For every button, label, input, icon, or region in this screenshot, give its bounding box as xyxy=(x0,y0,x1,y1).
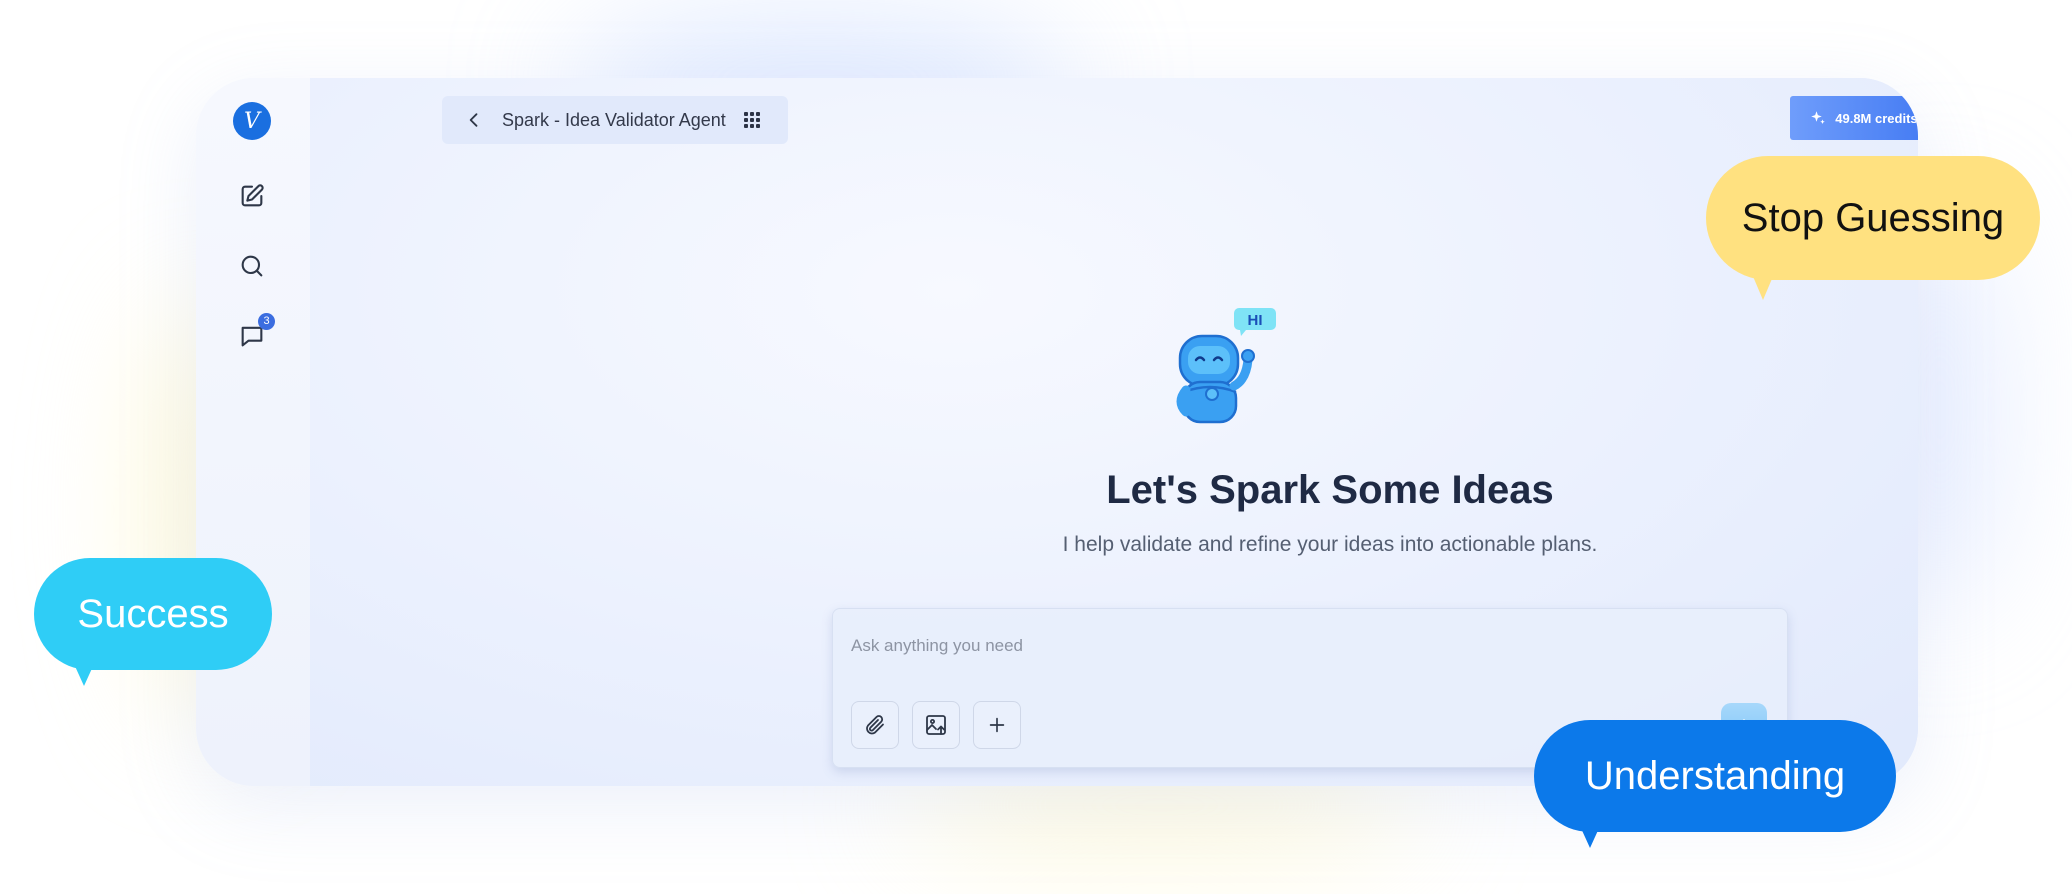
app-logo[interactable]: V xyxy=(233,102,271,140)
search-icon[interactable] xyxy=(236,250,268,282)
sparkle-icon xyxy=(1811,111,1825,124)
add-button[interactable] xyxy=(973,701,1021,749)
understanding-callout-bubble: Understanding xyxy=(1534,720,1896,848)
page-title: Let's Spark Some Ideas xyxy=(1106,468,1554,512)
credits-button[interactable]: 49.8M credits left xyxy=(1790,96,1918,140)
paperclip-icon xyxy=(866,715,884,735)
agent-title: Spark - Idea Validator Agent xyxy=(502,109,726,130)
notification-badge: 3 xyxy=(258,313,275,330)
sidebar: V 3 xyxy=(196,78,310,786)
success-callout-text: Success xyxy=(77,591,229,636)
chat-input[interactable] xyxy=(851,631,1731,661)
main-area: Spark - Idea Validator Agent 49.8M credi… xyxy=(310,78,1918,786)
plus-icon xyxy=(989,717,1005,733)
bubble-tail xyxy=(1580,826,1600,848)
robot-mascot-icon: HI xyxy=(1176,308,1276,424)
bubble-tail xyxy=(74,664,94,686)
apps-grid-icon[interactable] xyxy=(743,112,760,128)
image-upload-icon xyxy=(926,715,946,735)
stop-guessing-callout-bubble: Stop Guessing xyxy=(1706,156,2040,300)
stop-guessing-callout-text: Stop Guessing xyxy=(1741,195,2005,240)
mascot-speech: HI xyxy=(1248,312,1263,329)
new-chat-edit-icon[interactable] xyxy=(236,180,268,212)
success-callout-bubble: Success xyxy=(34,558,272,686)
upload-image-button[interactable] xyxy=(912,701,960,749)
app-window: V 3 Spark - Idea Validator Agent 49.8M c… xyxy=(196,78,1918,786)
understanding-callout-text: Understanding xyxy=(1584,753,1846,798)
agent-selector[interactable]: Spark - Idea Validator Agent xyxy=(442,96,788,144)
page-subtitle: I help validate and refine your ideas in… xyxy=(1062,533,1598,556)
bubble-tail xyxy=(1752,274,1774,300)
chevron-left-icon[interactable] xyxy=(464,110,484,130)
stage: V 3 Spark - Idea Validator Agent 49.8M c… xyxy=(0,0,2072,894)
credits-label: 49.8M credits left xyxy=(1835,110,1918,126)
attach-button[interactable] xyxy=(851,701,899,749)
